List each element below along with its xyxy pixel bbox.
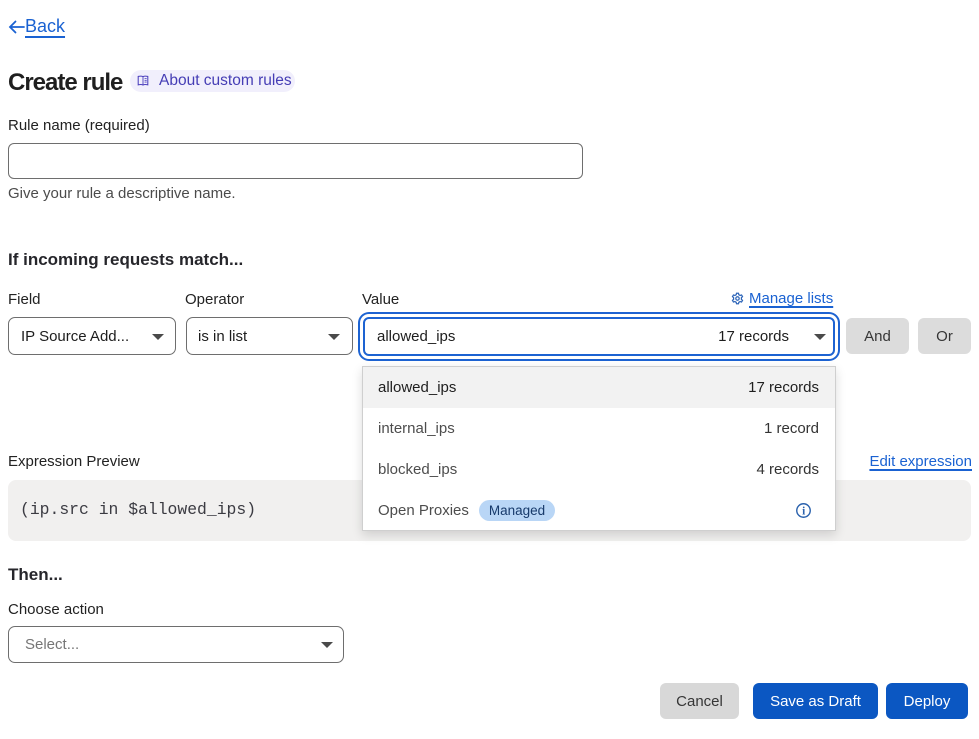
svg-text:i: i bbox=[802, 505, 805, 517]
